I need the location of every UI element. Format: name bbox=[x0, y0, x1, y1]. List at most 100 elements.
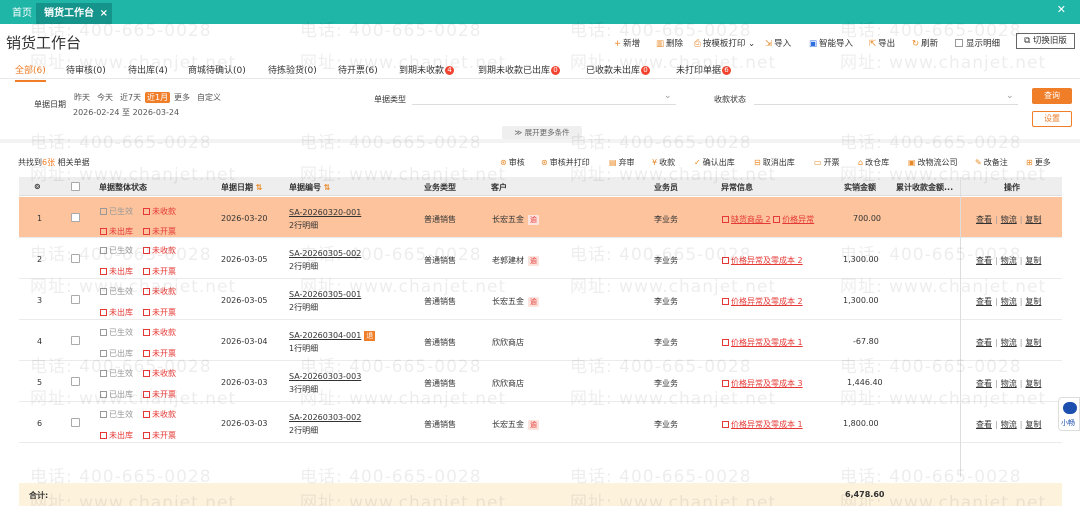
switch-old-version-button[interactable]: ⧉ 切换旧版 bbox=[1016, 33, 1075, 49]
exception-link[interactable]: 价格异常及零成本 2 bbox=[731, 256, 803, 265]
status-tab-invoice[interactable]: 待开票(6) bbox=[338, 63, 378, 76]
smart-import-button[interactable]: ▣ 智能导入 bbox=[809, 37, 853, 49]
row-code-link[interactable]: SA-20260303-002 bbox=[289, 413, 361, 422]
import-button[interactable]: ⇲ 导入 bbox=[765, 37, 791, 49]
row-code-link[interactable]: SA-20260320-001 bbox=[289, 208, 361, 217]
change-remark-button[interactable]: ✎ 改备注 bbox=[975, 157, 1008, 168]
exception-link[interactable]: 缺货商品 2 bbox=[731, 215, 771, 224]
copy-link[interactable]: 复制 bbox=[1025, 420, 1041, 429]
status-tab-pending-review[interactable]: 待审核(0) bbox=[66, 63, 106, 76]
quick-date-yesterday[interactable]: 昨天 bbox=[74, 92, 90, 103]
status-tab-unprinted[interactable]: 未打印单据 6 bbox=[676, 63, 732, 76]
select-all-checkbox[interactable] bbox=[71, 182, 80, 191]
view-link[interactable]: 查看 bbox=[976, 256, 992, 265]
print-template-button[interactable]: ⎙ 按模板打印 ⌄ bbox=[694, 37, 755, 49]
row-exception[interactable]: 价格异常及零成本 1 bbox=[722, 419, 803, 430]
col-code[interactable]: 单据编号 ⇅ bbox=[289, 182, 331, 193]
logistics-link[interactable]: 物流 bbox=[1001, 420, 1017, 429]
row-checkbox[interactable] bbox=[71, 254, 80, 263]
query-button[interactable]: 查询 bbox=[1032, 88, 1072, 104]
row-exception[interactable]: 价格异常及零成本 1 bbox=[722, 337, 803, 348]
copy-link[interactable]: 复制 bbox=[1025, 379, 1041, 388]
table-row[interactable]: 5 已生效 未收款 已出库 未开票 2026-03-03 SA-20260303… bbox=[19, 361, 1062, 402]
payment-status-select[interactable] bbox=[754, 104, 1018, 105]
logistics-link[interactable]: 物流 bbox=[1001, 215, 1017, 224]
table-row[interactable]: 3 已生效 未收款 未出库 未开票 2026-03-05 SA-20260305… bbox=[19, 279, 1062, 320]
status-tab-mall-confirm[interactable]: 商城待确认(0) bbox=[188, 63, 246, 76]
row-code-link[interactable]: SA-20260305-002 bbox=[289, 249, 361, 258]
show-detail-checkbox[interactable]: 显示明细 bbox=[955, 37, 1000, 49]
view-link[interactable]: 查看 bbox=[976, 338, 992, 347]
view-link[interactable]: 查看 bbox=[976, 215, 992, 224]
row-code-link[interactable]: SA-20260305-001 bbox=[289, 290, 361, 299]
row-exception[interactable]: 价格异常及零成本 2 bbox=[722, 296, 803, 307]
status-tab-overdue-shipped[interactable]: 到期未收款已出库 0 bbox=[478, 63, 561, 76]
row-checkbox[interactable] bbox=[71, 418, 80, 427]
setting-button[interactable]: 设置 bbox=[1032, 111, 1072, 127]
export-button[interactable]: ⇱ 导出 bbox=[869, 37, 895, 49]
column-settings-icon[interactable]: ⊚ bbox=[34, 182, 41, 191]
invoice-button[interactable]: ▭ 开票 bbox=[814, 157, 840, 168]
confirm-outbound-button[interactable]: ✓ 确认出库 bbox=[694, 157, 735, 168]
doc-type-select[interactable] bbox=[412, 104, 676, 105]
status-tab-all[interactable]: 全部(6) bbox=[15, 63, 46, 82]
exception-link[interactable]: 价格异常及零成本 1 bbox=[731, 338, 803, 347]
exception-link[interactable]: 价格异常及零成本 3 bbox=[731, 379, 803, 388]
copy-link[interactable]: 复制 bbox=[1025, 338, 1041, 347]
row-checkbox[interactable] bbox=[71, 295, 80, 304]
row-exception[interactable]: 价格异常及零成本 2 bbox=[722, 255, 803, 266]
quick-date-7days[interactable]: 近7天 bbox=[120, 92, 141, 103]
exception-link[interactable]: 价格异常及零成本 2 bbox=[731, 297, 803, 306]
view-link[interactable]: 查看 bbox=[976, 420, 992, 429]
copy-link[interactable]: 复制 bbox=[1025, 297, 1041, 306]
more-actions-button[interactable]: ⊞ 更多 bbox=[1026, 157, 1051, 168]
unapprove-button[interactable]: ▤ 弃审 bbox=[609, 157, 635, 168]
status-tab-overdue[interactable]: 到期未收款 4 bbox=[399, 63, 455, 76]
row-checkbox[interactable] bbox=[71, 336, 80, 345]
quick-date-more[interactable]: 更多 bbox=[174, 92, 190, 103]
copy-link[interactable]: 复制 bbox=[1025, 256, 1041, 265]
view-link[interactable]: 查看 bbox=[976, 297, 992, 306]
quick-date-1month[interactable]: 近1月 bbox=[145, 92, 171, 103]
quick-date-custom[interactable]: 自定义 bbox=[197, 92, 221, 103]
cancel-outbound-button[interactable]: ⊟ 取消出库 bbox=[754, 157, 795, 168]
add-button[interactable]: + 新增 bbox=[614, 37, 640, 49]
view-link[interactable]: 查看 bbox=[976, 379, 992, 388]
row-exception[interactable]: 价格异常及零成本 3 bbox=[722, 378, 803, 389]
row-checkbox[interactable] bbox=[71, 213, 80, 222]
table-row[interactable]: 1 已生效 未收款 未出库 未开票 2026-03-20 SA-20260320… bbox=[19, 197, 1062, 238]
chevron-down-icon[interactable]: ⌄ bbox=[664, 91, 672, 101]
table-row[interactable]: 6 已生效 未收款 未出库 未开票 2026-03-03 SA-20260303… bbox=[19, 402, 1062, 443]
row-code-link[interactable]: SA-20260304-001 bbox=[289, 331, 361, 340]
approve-button[interactable]: ⊛ 审核 bbox=[500, 157, 525, 168]
collect-button[interactable]: ¥ 收款 bbox=[652, 157, 675, 168]
row-exception[interactable]: 缺货商品 2 价格异常 bbox=[722, 214, 814, 225]
row-checkbox[interactable] bbox=[71, 377, 80, 386]
refresh-button[interactable]: ↻ 刷新 bbox=[912, 37, 938, 49]
status-tab-pending-outbound[interactable]: 待出库(4) bbox=[128, 63, 168, 76]
close-icon[interactable]: × bbox=[100, 3, 108, 24]
logistics-link[interactable]: 物流 bbox=[1001, 338, 1017, 347]
table-row[interactable]: 4 已生效 未收款 已出库 未开票 2026-03-04 SA-20260304… bbox=[19, 320, 1062, 361]
table-row[interactable]: 2 已生效 未收款 未出库 未开票 2026-03-05 SA-20260305… bbox=[19, 238, 1062, 279]
col-date[interactable]: 单据日期 ⇅ bbox=[221, 182, 263, 193]
assistant-widget[interactable]: 小畅 bbox=[1058, 397, 1080, 431]
copy-link[interactable]: 复制 bbox=[1025, 215, 1041, 224]
expand-conditions-button[interactable]: ≫ 展开更多条件 bbox=[502, 126, 582, 139]
status-tab-picking[interactable]: 待拣验货(0) bbox=[268, 63, 317, 76]
exception-link[interactable]: 价格异常 bbox=[782, 215, 814, 224]
status-tab-paid-unshipped[interactable]: 已收款未出库 0 bbox=[586, 63, 651, 76]
change-logistics-button[interactable]: ▣ 改物流公司 bbox=[908, 157, 958, 168]
logistics-link[interactable]: 物流 bbox=[1001, 379, 1017, 388]
change-warehouse-button[interactable]: ⌂ 改仓库 bbox=[858, 157, 889, 168]
logistics-link[interactable]: 物流 bbox=[1001, 256, 1017, 265]
delete-button[interactable]: ▥ 删除 bbox=[656, 37, 683, 49]
tab-sales-workbench[interactable]: 销货工作台 × bbox=[36, 3, 112, 24]
approve-print-button[interactable]: ⊛ 审核并打印 bbox=[541, 157, 590, 168]
quick-date-today[interactable]: 今天 bbox=[97, 92, 113, 103]
row-code-link[interactable]: SA-20260303-003 bbox=[289, 372, 361, 381]
exception-link[interactable]: 价格异常及零成本 1 bbox=[731, 420, 803, 429]
logistics-link[interactable]: 物流 bbox=[1001, 297, 1017, 306]
close-all-icon[interactable]: ✕ bbox=[1057, 3, 1066, 16]
chevron-down-icon[interactable]: ⌄ bbox=[1006, 91, 1014, 101]
